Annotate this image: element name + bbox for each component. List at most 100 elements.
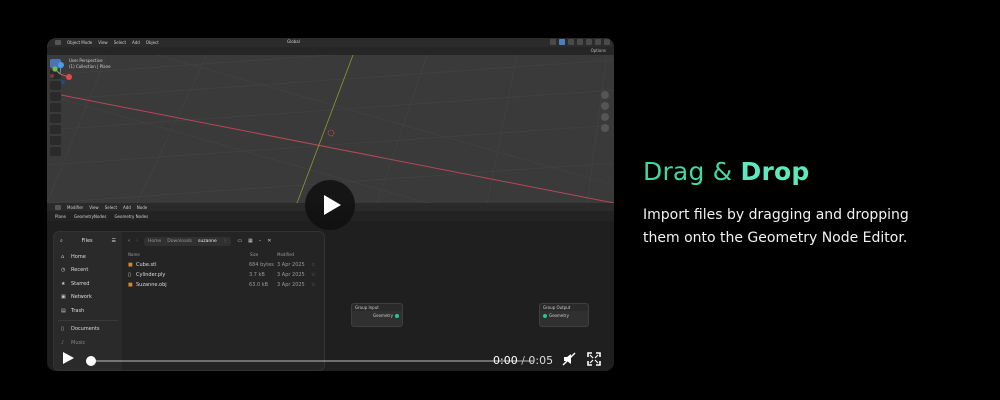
sidebar-item-label: Recent	[71, 267, 89, 274]
close-icon[interactable]: ✕	[267, 238, 271, 244]
path-bar: Home Downloads suzanne ⋮	[144, 236, 232, 246]
file-row[interactable]: ■ Suzanne.obj 63.0 kB 3 Apr 2025 ☆	[122, 280, 324, 290]
orientation-label: Global	[287, 39, 300, 44]
wireframe-icon[interactable]	[577, 39, 583, 45]
scale-tool-icon[interactable]	[50, 103, 61, 112]
gizmo-icon[interactable]	[559, 39, 565, 45]
group-output-title: Group Output	[540, 304, 588, 311]
group-input-title: Group Input	[352, 304, 402, 311]
sidebar-item-trash[interactable]: ▤ Trash	[54, 304, 122, 318]
page: Object Mode View Select Add Object Globa…	[0, 0, 1000, 400]
sidebar-divider	[58, 319, 118, 321]
node-menu-add[interactable]: Add	[123, 205, 131, 210]
annotate-tool-icon[interactable]	[50, 125, 61, 134]
rendered-shading-icon[interactable]	[604, 39, 610, 45]
file-row[interactable]: ▯ Cylinder.ply 3.7 kB 3 Apr 2025 ☆	[122, 270, 324, 280]
search-icon[interactable]: ⌕	[60, 238, 63, 244]
duration: 0:05	[528, 354, 554, 367]
breadcrumb-node-group[interactable]: Geometry Nodes	[114, 214, 148, 219]
sidebar-item-label: Starred	[71, 280, 90, 287]
transform-tool-icon[interactable]	[50, 114, 61, 123]
back-arrow-icon[interactable]: ‹	[128, 238, 130, 244]
file-row[interactable]: ■ Cube.stl 684 bytes 3 Apr 2025 ☆	[122, 260, 324, 270]
hero-title-bold: Drop	[740, 157, 810, 186]
breadcrumb-object[interactable]: Plane	[55, 214, 66, 219]
path-current[interactable]: suzanne	[198, 239, 217, 244]
sidebar-item-starred[interactable]: ★ Starred	[54, 277, 122, 291]
group-output-socket-label: Geometry	[549, 313, 569, 318]
menu-add[interactable]: Add	[132, 40, 140, 45]
sidebar-item-recent[interactable]: ◷ Recent	[54, 264, 122, 278]
solid-shading-icon[interactable]	[586, 39, 592, 45]
node-menu-select[interactable]: Select	[105, 205, 117, 210]
trash-icon: ▤	[61, 307, 66, 314]
material-shading-icon[interactable]	[595, 39, 601, 45]
star-toggle-icon[interactable]: ☆	[311, 282, 315, 288]
modifier-dropdown[interactable]: Modifier	[67, 205, 83, 210]
menu-select[interactable]: Select	[114, 40, 126, 45]
transform-orientation[interactable]: Global	[287, 39, 300, 44]
network-icon: ▣	[61, 294, 66, 301]
menu-view[interactable]: View	[98, 40, 108, 45]
geometry-output-socket[interactable]	[395, 313, 399, 318]
minimize-icon[interactable]: –	[259, 238, 262, 244]
group-output-socket-row: Geometry	[540, 311, 588, 320]
fullscreen-icon[interactable]	[587, 352, 601, 366]
menu-object[interactable]: Object	[146, 40, 159, 45]
sidebar-item-label: Trash	[71, 307, 85, 314]
play-button[interactable]	[61, 351, 75, 365]
star-toggle-icon[interactable]: ☆	[311, 262, 315, 268]
home-icon: ⌂	[61, 253, 65, 260]
play-icon	[324, 195, 341, 215]
node-menu-node[interactable]: Node	[137, 205, 147, 210]
progress-thumb[interactable]	[86, 356, 96, 366]
column-size[interactable]: Size	[250, 252, 258, 257]
file-size: 63.0 kB	[249, 282, 269, 288]
add-cube-tool-icon[interactable]	[50, 147, 61, 156]
perspective-toggle-icon[interactable]	[601, 124, 609, 132]
node-menu-view[interactable]: View	[89, 205, 99, 210]
sidebar-item-documents[interactable]: ▯ Documents	[54, 323, 122, 337]
forward-arrow-icon[interactable]: ›	[136, 238, 138, 244]
view-grid-icon[interactable]: ▦	[248, 238, 253, 244]
path-home[interactable]: Home	[148, 239, 161, 244]
rotate-tool-icon[interactable]	[50, 92, 61, 101]
group-input-socket-label: Geometry	[373, 313, 393, 318]
editor-type-icon[interactable]	[55, 40, 61, 45]
column-modified[interactable]: Modified	[277, 252, 294, 257]
pan-hand-icon[interactable]	[601, 102, 609, 110]
path-menu-icon[interactable]: ⋮	[223, 239, 228, 244]
center-play-button[interactable]	[305, 180, 355, 230]
measure-tool-icon[interactable]	[50, 136, 61, 145]
path-downloads[interactable]: Downloads	[167, 239, 192, 244]
file-icon: ■	[128, 282, 133, 288]
zoom-icon[interactable]	[601, 91, 609, 99]
file-icon: ■	[128, 262, 133, 268]
video-player[interactable]: Object Mode View Select Add Object Globa…	[47, 38, 614, 371]
current-time: 0:00	[493, 354, 518, 367]
xray-icon[interactable]	[568, 39, 574, 45]
mute-icon[interactable]	[562, 352, 576, 366]
group-input-node[interactable]: Group Input Geometry	[351, 303, 403, 327]
sidebar-item-network[interactable]: ▣ Network	[54, 291, 122, 305]
geometry-input-socket[interactable]	[543, 313, 547, 318]
new-folder-icon[interactable]: ▭	[237, 238, 242, 244]
file-list-header: Name Size Modified	[122, 250, 324, 260]
column-name[interactable]: Name	[128, 252, 140, 257]
breadcrumb-modifier[interactable]: GeometryNodes	[74, 214, 106, 219]
options-dropdown[interactable]: Options	[591, 48, 606, 53]
navigation-gizmo-icon[interactable]	[47, 61, 73, 87]
star-toggle-icon[interactable]: ☆	[311, 272, 315, 278]
sidebar-item-label: Network	[71, 294, 92, 301]
file-modified: 3 Apr 2025	[277, 282, 305, 288]
hero-description: Import files by dragging and dropping th…	[643, 207, 909, 246]
progress-bar[interactable]	[86, 356, 534, 366]
group-output-node[interactable]: Group Output Geometry	[539, 303, 589, 327]
camera-view-icon[interactable]	[601, 113, 609, 121]
overlay-icon[interactable]	[550, 39, 556, 45]
sidebar-item-home[interactable]: ⌂ Home	[54, 250, 122, 264]
node-editor-type-icon[interactable]	[55, 204, 61, 210]
menu-icon[interactable]: ☰	[112, 238, 122, 244]
object-mode-dropdown[interactable]: Object Mode	[67, 40, 92, 45]
viewport-shading-icons[interactable]	[550, 39, 610, 45]
